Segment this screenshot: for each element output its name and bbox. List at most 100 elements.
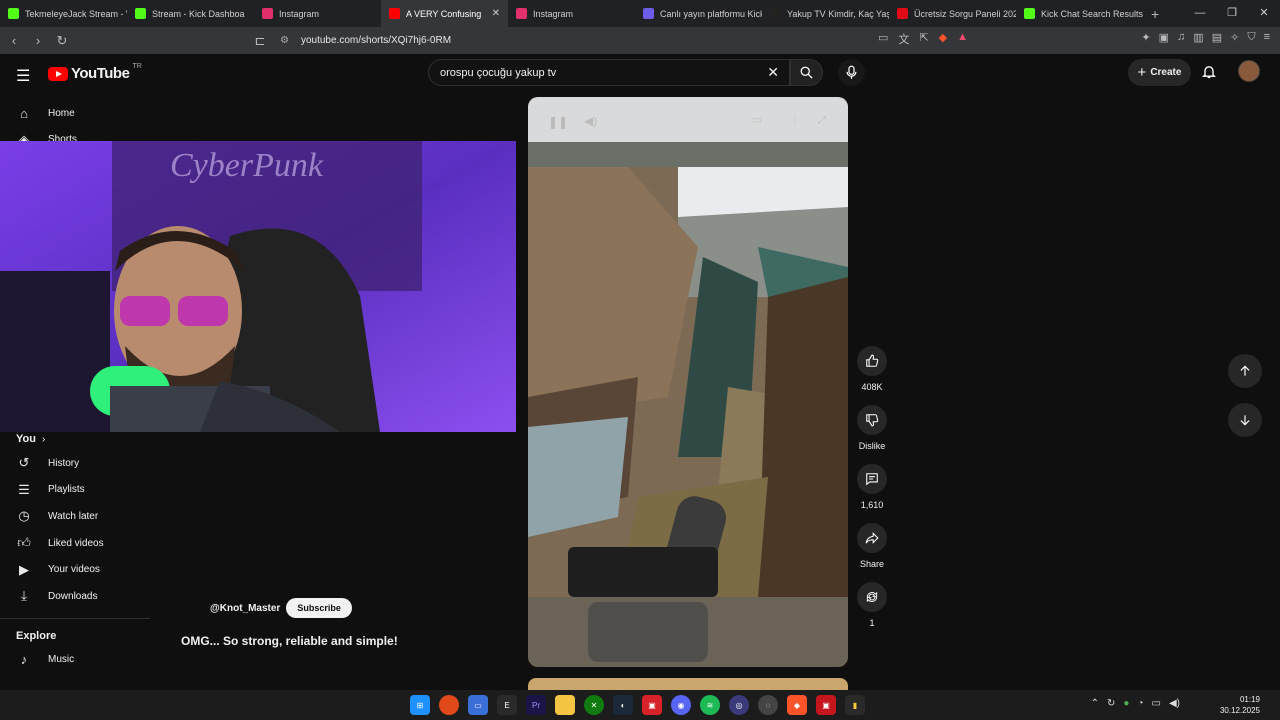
cast-icon[interactable]: ▭ xyxy=(878,31,888,47)
sidebar-item-label: Your videos xyxy=(48,564,100,576)
discord-icon[interactable]: ◉ xyxy=(671,695,691,715)
plus-icon: + xyxy=(1137,64,1147,81)
taskbar-clock[interactable]: 01:19 30.12.2025 xyxy=(1220,694,1260,716)
minimize-icon[interactable]: — xyxy=(1184,0,1216,27)
sidebar-item-playlists[interactable]: ☰ Playlists xyxy=(0,477,150,504)
screenshot-icon[interactable]: ▣ xyxy=(1159,31,1169,44)
close-window-icon[interactable]: ✕ xyxy=(1248,0,1280,27)
next-short-button[interactable] xyxy=(1228,403,1262,437)
create-button[interactable]: + Create xyxy=(1128,59,1191,86)
share-page-icon[interactable]: ⇱ xyxy=(919,31,928,47)
sidebar-item-home[interactable]: ⌂ Home xyxy=(0,100,150,127)
shorts-video-player[interactable]: ❚❚ ◀) ▭ ⋮ ⤢ xyxy=(528,97,848,667)
share-label: Share xyxy=(859,559,885,569)
volume-icon[interactable]: ◀) xyxy=(584,114,597,128)
steam-icon[interactable]: ◐ xyxy=(613,695,633,715)
app-red-2-icon[interactable]: ▣ xyxy=(816,695,836,715)
sync-icon[interactable]: ↻ xyxy=(1107,698,1115,709)
firefox-icon[interactable] xyxy=(439,695,459,715)
obs-icon[interactable]: ◎ xyxy=(729,695,749,715)
more-icon[interactable]: ⋮ xyxy=(790,115,800,126)
network-icon[interactable]: ▭ xyxy=(1152,698,1161,709)
leo-ai-icon[interactable]: ✧ xyxy=(1230,31,1239,44)
start-menu-icon[interactable]: ⊞ xyxy=(410,695,430,715)
comments-button[interactable] xyxy=(857,464,887,494)
back-icon[interactable]: ‹ xyxy=(4,33,24,48)
remix-button[interactable] xyxy=(857,582,887,612)
guide-menu-icon[interactable]: ☰ xyxy=(16,66,30,86)
sidebar-item-history[interactable]: ↺ History xyxy=(0,450,150,477)
tab-favicon-icon xyxy=(135,8,146,19)
search-button[interactable] xyxy=(790,59,823,86)
tab-title: A VERY Confusing xyxy=(406,8,482,19)
brave-browser-icon[interactable]: ◆ xyxy=(787,695,807,715)
you-label: You xyxy=(16,433,36,445)
channel-handle[interactable]: @Knot_Master xyxy=(210,603,280,614)
sidebar-item-label: Playlists xyxy=(48,484,85,496)
tray-chevron-icon[interactable]: ⌃ xyxy=(1091,698,1099,709)
extensions-icon[interactable]: ✦ xyxy=(1141,31,1150,44)
restore-icon[interactable]: ❐ xyxy=(1216,0,1248,27)
sidebar-item-your-videos[interactable]: ▶ Your videos xyxy=(0,556,150,583)
sidebar-item-music[interactable]: ♪ Music xyxy=(0,647,150,674)
bookmark-icon[interactable]: ⊏ xyxy=(250,33,270,49)
dislike-button[interactable] xyxy=(857,405,887,435)
remix-icon xyxy=(866,591,878,603)
menu-icon[interactable]: ≡ xyxy=(1264,31,1270,44)
premiere-pro-icon[interactable]: Pr xyxy=(526,695,546,715)
app-gray-icon[interactable]: ◌ xyxy=(758,695,778,715)
sidebar-toggle-icon[interactable]: ▥ xyxy=(1193,31,1203,44)
wallet-icon[interactable]: ▤ xyxy=(1212,31,1222,44)
pause-icon[interactable]: ❚❚ xyxy=(548,115,568,129)
new-tab-icon[interactable]: + xyxy=(1143,6,1167,22)
captions-icon[interactable]: ▭ xyxy=(752,115,761,126)
tab-favicon-icon xyxy=(643,8,654,19)
dislike-action: Dislike xyxy=(856,405,888,451)
browser-tab[interactable]: Stream - Kick Dashboa xyxy=(127,0,254,27)
site-settings-icon[interactable]: ⚙ xyxy=(280,35,289,46)
previous-short-button[interactable] xyxy=(1228,354,1262,388)
app-yellow-icon[interactable]: ▮ xyxy=(845,695,865,715)
reload-icon[interactable]: ↻ xyxy=(52,33,72,49)
forward-icon[interactable]: › xyxy=(28,33,48,48)
epic-games-icon[interactable]: E xyxy=(497,695,517,715)
voice-search-button[interactable] xyxy=(838,59,865,86)
xbox-icon[interactable]: ✕ xyxy=(584,695,604,715)
browser-tab[interactable]: Ücretsiz Sorgu Paneli 2025 xyxy=(889,0,1016,27)
browser-tab[interactable]: TekmeleyeJack Stream - W xyxy=(0,0,127,27)
app-red-icon[interactable]: ▣ xyxy=(642,695,662,715)
like-button[interactable] xyxy=(857,346,887,376)
tray-app-icon[interactable]: ◔ xyxy=(1137,698,1143,709)
volume-tray-icon[interactable]: ◀) xyxy=(1169,698,1180,709)
translate-icon[interactable]: 文 xyxy=(898,31,909,47)
spotify-icon[interactable]: ≋ xyxy=(700,695,720,715)
browser-tab[interactable]: Kick Chat Search Results xyxy=(1016,0,1143,27)
browser-tab[interactable]: A VERY Confusing ✕ xyxy=(381,0,508,27)
file-explorer-icon[interactable] xyxy=(555,695,575,715)
brave-shield-icon[interactable]: ◆ xyxy=(939,31,947,47)
short-title[interactable]: OMG... So strong, reliable and simple! xyxy=(181,634,398,648)
tab-favicon-icon xyxy=(770,8,781,19)
youtube-logo[interactable]: YouTube TR xyxy=(48,63,142,82)
notifications-bell-icon[interactable] xyxy=(1201,63,1217,80)
vpn-icon[interactable]: ⛉ xyxy=(1247,31,1255,44)
sidebar-item-liked-videos[interactable]: 👍︎ Liked videos xyxy=(0,530,150,557)
fullscreen-icon[interactable]: ⤢ xyxy=(818,115,826,126)
brave-rewards-icon[interactable]: ▲ xyxy=(957,31,968,47)
media-icon[interactable]: ♫ xyxy=(1177,31,1185,44)
clear-search-icon[interactable]: ✕ xyxy=(767,64,779,81)
browser-tab[interactable]: Instagram xyxy=(254,0,381,27)
browser-tab[interactable]: Canlı yayın platformu Kick xyxy=(635,0,762,27)
browser-tab[interactable]: Yakup TV Kimdir, Kaç Yaşı xyxy=(762,0,889,27)
address-bar-actions: ▭ 文 ⇱ ◆ ▲ xyxy=(878,31,968,47)
search-input[interactable]: orospu çocuğu yakup tv ✕ xyxy=(428,59,790,86)
remote-desktop-icon[interactable]: ▭ xyxy=(468,695,488,715)
sidebar-item-downloads[interactable]: ⤓ Downloads xyxy=(0,583,150,610)
browser-tab[interactable]: Instagram xyxy=(508,0,635,27)
close-tab-icon[interactable]: ✕ xyxy=(492,8,500,19)
tray-mic-icon[interactable]: ● xyxy=(1123,698,1129,709)
sidebar-item-watch-later[interactable]: ◷ Watch later xyxy=(0,503,150,530)
share-button[interactable] xyxy=(857,523,887,553)
subscribe-button[interactable]: Subscribe xyxy=(286,598,352,618)
avatar[interactable] xyxy=(1238,60,1260,82)
